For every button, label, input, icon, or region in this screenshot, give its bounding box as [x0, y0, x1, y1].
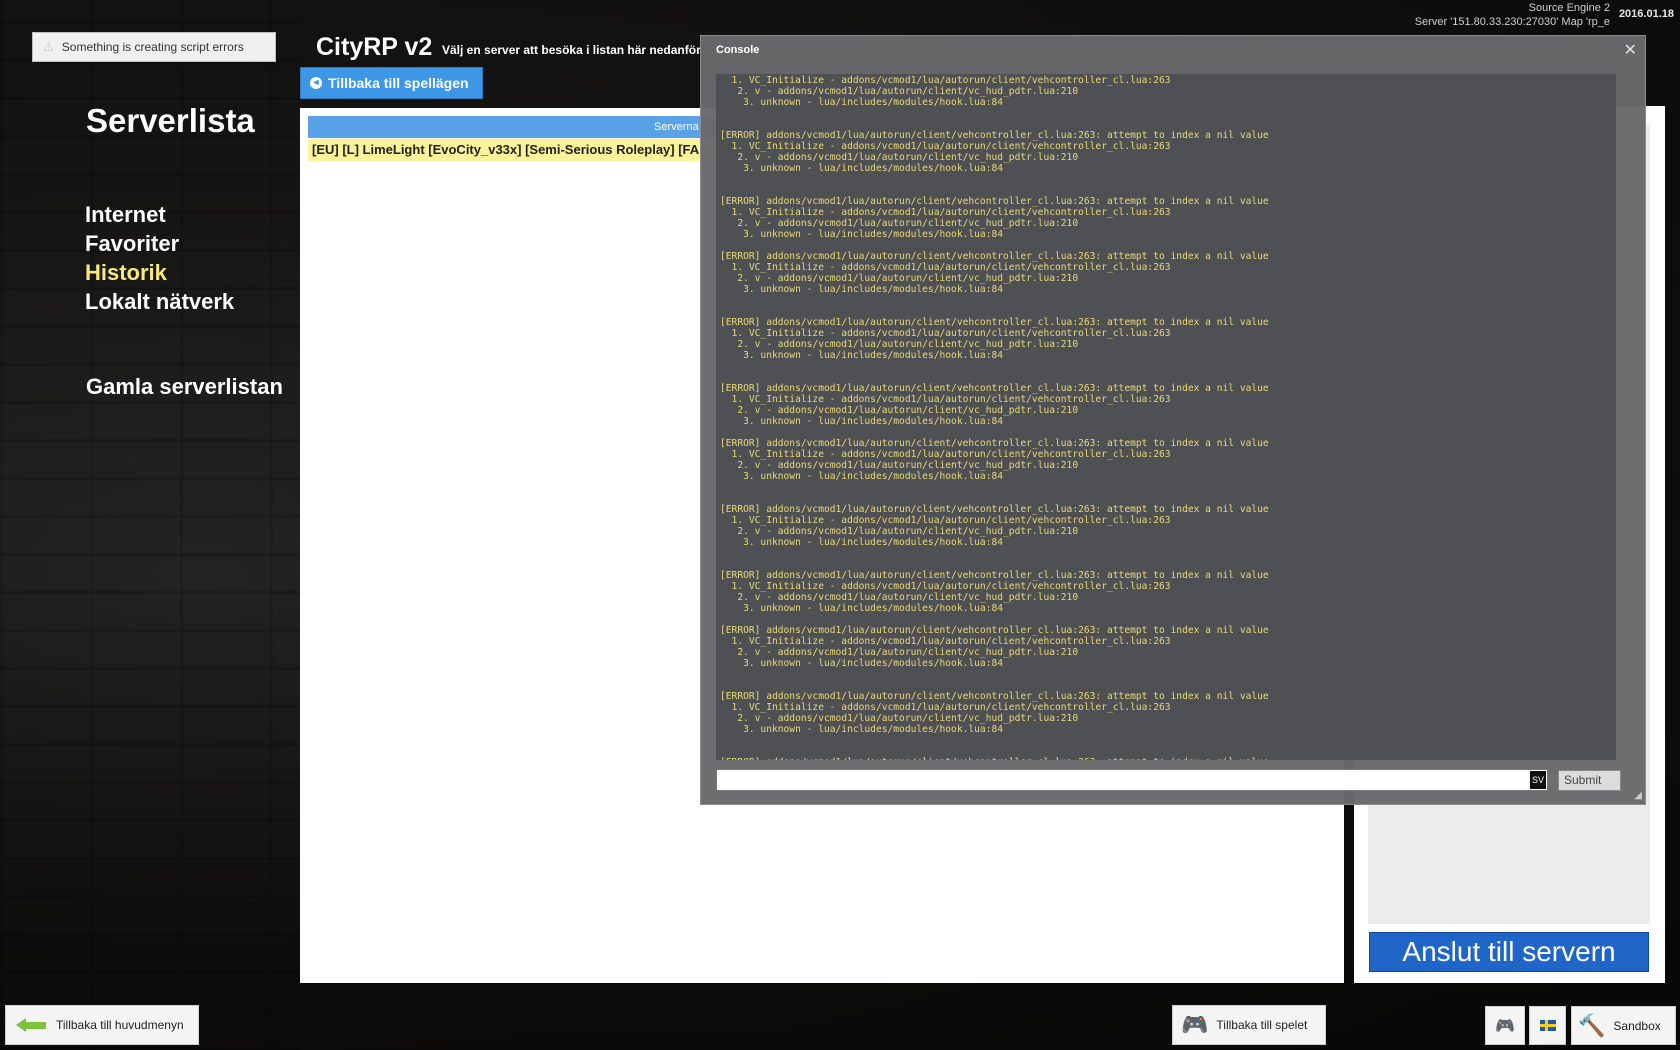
console-line: 2. v - addons/vcmod1/lua/autorun/client/…	[720, 592, 1079, 603]
swedish-flag-icon	[1539, 1020, 1556, 1031]
console-log: 1. VC_Initialize - addons/vcmod1/lua/aut…	[716, 74, 1616, 760]
console-line: [ERROR] addons/vcmod1/lua/autorun/client…	[720, 625, 1269, 636]
console-command-input[interactable]	[716, 769, 1548, 791]
console-line: 2. v - addons/vcmod1/lua/autorun/client/…	[720, 339, 1079, 350]
console-line: 3. unknown - lua/includes/modules/hook.l…	[720, 724, 1004, 735]
back-to-gamemodes-button[interactable]: ◂ Tillbaka till spellägen	[300, 67, 483, 99]
gamemode-title: CityRP v2	[316, 33, 433, 61]
console-window[interactable]: Console ✕ 1. VC_Initialize - addons/vcmo…	[700, 35, 1646, 805]
language-button[interactable]	[1529, 1006, 1566, 1045]
console-output: 1. VC_Initialize - addons/vcmod1/lua/aut…	[716, 74, 1616, 760]
console-line: 3. unknown - lua/includes/modules/hook.l…	[720, 658, 1004, 669]
engine-info: Source Engine 2 Server '151.80.33.230:27…	[1415, 1, 1610, 29]
console-line: [ERROR] addons/vcmod1/lua/autorun/client…	[720, 691, 1269, 702]
sidebar-item-historik[interactable]: Historik	[85, 258, 234, 287]
console-line: 3. unknown - lua/includes/modules/hook.l…	[720, 350, 1004, 361]
sidebar-item-lokalt-natverk[interactable]: Lokalt nätverk	[85, 287, 234, 316]
console-line: 2. v - addons/vcmod1/lua/autorun/client/…	[720, 460, 1079, 471]
console-line: 1. VC_Initialize - addons/vcmod1/lua/aut…	[720, 141, 1171, 152]
console-line: 2. v - addons/vcmod1/lua/autorun/client/…	[720, 152, 1079, 163]
console-line: 2. v - addons/vcmod1/lua/autorun/client/…	[720, 713, 1079, 724]
sidebar-nav: Internet Favoriter Historik Lokalt nätve…	[85, 200, 234, 316]
console-line: 1. VC_Initialize - addons/vcmod1/lua/aut…	[720, 581, 1171, 592]
gamepad-icon: 🎮	[1495, 1017, 1515, 1035]
gamepad-icon: 🎮	[1181, 1012, 1209, 1037]
console-line: 3. unknown - lua/includes/modules/hook.l…	[720, 537, 1004, 548]
back-to-game-label: Tillbaka till spelet	[1216, 1018, 1308, 1032]
console-line: 1. VC_Initialize - addons/vcmod1/lua/aut…	[720, 207, 1171, 218]
back-button-label: Tillbaka till spellägen	[328, 75, 469, 91]
console-line: [ERROR] addons/vcmod1/lua/autorun/client…	[720, 504, 1269, 515]
notice-text: Something is creating script errors	[61, 40, 244, 54]
input-language-badge: SV	[1530, 771, 1546, 789]
sandbox-label: Sandbox	[1613, 1018, 1661, 1033]
console-line: 1. VC_Initialize - addons/vcmod1/lua/aut…	[720, 515, 1171, 526]
connect-button[interactable]: Anslut till servern	[1369, 932, 1649, 972]
page-subtitle: Välj en server att besöka i listan här n…	[442, 43, 701, 57]
console-line: 3. unknown - lua/includes/modules/hook.l…	[720, 603, 1004, 614]
back-to-game-button[interactable]: 🎮 Tillbaka till spelet	[1172, 1005, 1326, 1045]
console-line: 1. VC_Initialize - addons/vcmod1/lua/aut…	[720, 702, 1171, 713]
console-line: 2. v - addons/vcmod1/lua/autorun/client/…	[720, 405, 1079, 416]
column-server-name: Serverna	[654, 121, 699, 133]
arrow-left-circle-icon: ◂	[310, 77, 322, 89]
console-line: [ERROR] addons/vcmod1/lua/autorun/client…	[720, 438, 1269, 449]
sidebar-item-favoriter[interactable]: Favoriter	[85, 229, 234, 258]
console-line: [ERROR] addons/vcmod1/lua/autorun/client…	[720, 570, 1269, 581]
console-line: 1. VC_Initialize - addons/vcmod1/lua/aut…	[720, 394, 1171, 405]
console-line: 3. unknown - lua/includes/modules/hook.l…	[720, 97, 1004, 108]
console-line: [ERROR] addons/vcmod1/lua/autorun/client…	[720, 251, 1269, 262]
close-icon[interactable]: ✕	[1624, 40, 1637, 60]
warning-icon: ⚠	[43, 40, 54, 54]
console-title: Console	[716, 44, 760, 56]
console-line: 3. unknown - lua/includes/modules/hook.l…	[720, 229, 1004, 240]
console-line: 2. v - addons/vcmod1/lua/autorun/client/…	[720, 647, 1079, 658]
green-arrow-left-icon	[16, 1018, 46, 1032]
console-line: 3. unknown - lua/includes/modules/hook.l…	[720, 416, 1004, 427]
engine-version: Source Engine 2	[1528, 2, 1610, 14]
page-title: Serverlista	[86, 102, 255, 139]
console-line: 1. VC_Initialize - addons/vcmod1/lua/aut…	[720, 636, 1171, 647]
console-line: [ERROR] addons/vcmod1/lua/autorun/client…	[720, 757, 1612, 760]
script-error-notice[interactable]: ⚠ Something is creating script errors	[32, 32, 276, 62]
console-line: [ERROR] addons/vcmod1/lua/autorun/client…	[720, 383, 1269, 394]
sidebar-item-internet[interactable]: Internet	[85, 200, 234, 229]
back-to-main-menu-button[interactable]: Tillbaka till huvudmenyn	[5, 1005, 199, 1045]
old-server-list-link[interactable]: Gamla serverlistan	[86, 374, 283, 400]
console-line: [ERROR] addons/vcmod1/lua/autorun/client…	[720, 130, 1269, 141]
console-line: 1. VC_Initialize - addons/vcmod1/lua/aut…	[720, 449, 1171, 460]
console-line: 2. v - addons/vcmod1/lua/autorun/client/…	[720, 273, 1079, 284]
submit-button[interactable]: Submit	[1558, 770, 1621, 791]
console-line: 1. VC_Initialize - addons/vcmod1/lua/aut…	[720, 328, 1171, 339]
console-line: [ERROR] addons/vcmod1/lua/autorun/client…	[720, 196, 1269, 207]
console-line: 2. v - addons/vcmod1/lua/autorun/client/…	[720, 526, 1079, 537]
games-button[interactable]: 🎮	[1485, 1006, 1525, 1045]
console-line: [ERROR] addons/vcmod1/lua/autorun/client…	[720, 317, 1269, 328]
console-line: 3. unknown - lua/includes/modules/hook.l…	[720, 284, 1004, 295]
date-label: 2016.01.18	[1618, 8, 1674, 20]
console-line: 2. v - addons/vcmod1/lua/autorun/client/…	[720, 218, 1079, 229]
sandbox-button[interactable]: 🔨 Sandbox	[1571, 1006, 1676, 1045]
server-info: Server '151.80.33.230:27030' Map 'rp_e	[1414, 16, 1610, 28]
console-line: 2. v - addons/vcmod1/lua/autorun/client/…	[720, 86, 1079, 97]
console-line: 1. VC_Initialize - addons/vcmod1/lua/aut…	[720, 75, 1171, 86]
hammer-icon: 🔨	[1578, 1012, 1606, 1038]
main-menu-label: Tillbaka till huvudmenyn	[56, 1018, 184, 1032]
console-line: 3. unknown - lua/includes/modules/hook.l…	[720, 163, 1004, 174]
resize-grip-icon[interactable]: ◢	[1634, 790, 1642, 801]
console-line: 3. unknown - lua/includes/modules/hook.l…	[720, 471, 1004, 482]
console-line: 1. VC_Initialize - addons/vcmod1/lua/aut…	[720, 262, 1171, 273]
